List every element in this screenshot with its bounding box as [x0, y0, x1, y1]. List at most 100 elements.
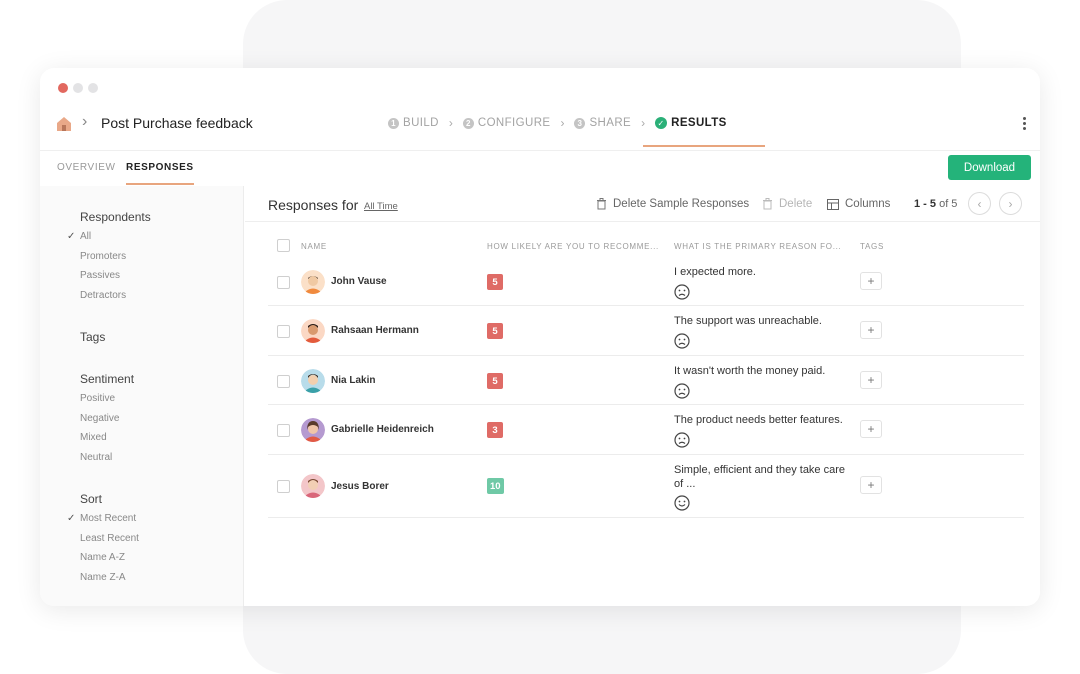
- download-button[interactable]: Download: [948, 155, 1031, 180]
- trash-icon: [597, 198, 606, 210]
- add-tag-button[interactable]: +: [860, 420, 882, 438]
- filter-item-promoters[interactable]: Promoters: [80, 251, 151, 271]
- row-checkbox[interactable]: [277, 480, 290, 493]
- sort-item-name-a-z[interactable]: Name A-Z: [80, 552, 139, 572]
- wizard-steps: 1 BUILD › 2 CONFIGURE › 3 SHARE › ✓ RESU…: [388, 104, 765, 149]
- row-checkbox[interactable]: [277, 276, 290, 289]
- avatar: [301, 270, 325, 294]
- filter-item-passives[interactable]: Passives: [80, 270, 151, 290]
- filter-item-negative[interactable]: Negative: [80, 413, 134, 433]
- add-tag-button[interactable]: +: [860, 321, 882, 339]
- next-page-button[interactable]: ›: [999, 192, 1022, 215]
- filter-item-mixed[interactable]: Mixed: [80, 432, 134, 452]
- avatar: [301, 474, 325, 498]
- response-reason: The product needs better features.: [674, 414, 843, 426]
- time-range-link[interactable]: All Time: [364, 201, 398, 212]
- filter-group-respondents: Respondents All Promoters Passives Detra…: [67, 210, 151, 310]
- filter-item-detractors[interactable]: Detractors: [80, 290, 151, 310]
- chevron-right-icon: ›: [641, 116, 646, 130]
- happy-face-icon: [674, 495, 690, 511]
- row-checkbox[interactable]: [277, 375, 290, 388]
- button-label: Columns: [845, 198, 891, 210]
- respondent-name: Jesus Borer: [331, 481, 389, 492]
- column-header-name[interactable]: NAME: [301, 242, 327, 251]
- score-badge: 5: [487, 323, 503, 339]
- filter-heading: Respondents: [80, 210, 151, 224]
- response-reason: I expected more.: [674, 266, 756, 278]
- row-checkbox[interactable]: [277, 424, 290, 437]
- sub-navigation: OVERVIEW RESPONSES Download: [40, 150, 1040, 186]
- row-checkbox[interactable]: [277, 325, 290, 338]
- select-all-checkbox[interactable]: [277, 239, 290, 252]
- respondent-name: John Vause: [331, 276, 387, 287]
- sort-item-least-recent[interactable]: Least Recent: [80, 533, 139, 553]
- filter-item-positive[interactable]: Positive: [80, 393, 134, 413]
- add-tag-button[interactable]: +: [860, 476, 882, 494]
- avatar: [301, 369, 325, 393]
- filter-heading: Sort: [80, 492, 103, 506]
- previous-page-button[interactable]: ‹: [968, 192, 991, 215]
- column-header-tags[interactable]: TAGS: [860, 242, 884, 251]
- response-reason: It wasn't worth the money paid.: [674, 365, 826, 377]
- table-row[interactable]: Gabrielle Heidenreich 3 The product need…: [268, 405, 1024, 455]
- filter-group-sentiment: Sentiment Positive Negative Mixed Neutra…: [80, 372, 134, 471]
- step-label: CONFIGURE: [477, 117, 551, 129]
- filter-item-all[interactable]: All: [67, 231, 151, 251]
- score-badge: 3: [487, 422, 503, 438]
- table-header: NAME HOW LIKELY ARE YOU TO RECOMME... WH…: [268, 237, 1024, 257]
- more-options-icon[interactable]: [1019, 117, 1029, 135]
- table-row[interactable]: John Vause 5 I expected more. +: [268, 257, 1024, 306]
- column-header-reason[interactable]: WHAT IS THE PRIMARY REASON FO...: [674, 242, 841, 251]
- score-badge: 5: [487, 373, 503, 389]
- score-badge: 5: [487, 274, 503, 290]
- step-build[interactable]: 1 BUILD: [388, 104, 439, 142]
- home-icon[interactable]: [55, 115, 73, 133]
- tab-responses[interactable]: RESPONSES: [126, 162, 194, 185]
- column-header-likelihood[interactable]: HOW LIKELY ARE YOU TO RECOMME...: [487, 242, 659, 251]
- sad-face-icon: [674, 284, 690, 300]
- pagination-total: of 5: [939, 198, 958, 210]
- response-reason: Simple, efficient and they take care of …: [674, 464, 846, 490]
- step-share[interactable]: 3 SHARE: [574, 104, 631, 142]
- pagination-text: 1 - 5 of 5: [914, 198, 957, 210]
- chevron-left-icon: ‹: [977, 196, 982, 211]
- chevron-right-icon: ›: [448, 116, 453, 130]
- filter-heading: Tags: [80, 330, 106, 344]
- check-circle-icon: ✓: [655, 117, 668, 129]
- avatar: [301, 319, 325, 343]
- sort-item-most-recent[interactable]: Most Recent: [67, 513, 139, 533]
- delete-sample-responses-button[interactable]: Delete Sample Responses: [596, 198, 749, 210]
- page-title: Post Purchase feedback: [101, 115, 253, 131]
- columns-icon: [827, 198, 839, 210]
- pagination-range: 1 - 5: [914, 198, 937, 210]
- window-controls: [58, 83, 98, 93]
- avatar: [301, 418, 325, 442]
- step-number: 1: [388, 117, 399, 129]
- app-window: › Post Purchase feedback 1 BUILD › 2 CON…: [40, 68, 1040, 606]
- delete-button[interactable]: Delete: [762, 198, 812, 210]
- filter-item-neutral[interactable]: Neutral: [80, 452, 134, 472]
- tab-overview[interactable]: OVERVIEW: [57, 162, 116, 173]
- table-row[interactable]: Rahsaan Hermann 5 The support was unreac…: [268, 306, 1024, 356]
- step-configure[interactable]: 2 CONFIGURE: [462, 104, 551, 142]
- responses-table: NAME HOW LIKELY ARE YOU TO RECOMME... WH…: [268, 237, 1024, 518]
- chevron-right-icon: ›: [82, 113, 88, 130]
- sad-face-icon: [674, 432, 690, 448]
- step-results[interactable]: ✓ RESULTS: [643, 104, 765, 147]
- respondent-name: Gabrielle Heidenreich: [331, 424, 434, 435]
- columns-button[interactable]: Columns: [827, 198, 890, 210]
- step-label: SHARE: [589, 117, 632, 129]
- close-dot[interactable]: [58, 83, 68, 93]
- sort-item-name-z-a[interactable]: Name Z-A: [80, 572, 139, 592]
- table-row[interactable]: Jesus Borer 10 Simple, efficient and the…: [268, 455, 1024, 518]
- respondent-name: Nia Lakin: [331, 375, 376, 386]
- maximize-dot[interactable]: [88, 83, 98, 93]
- sad-face-icon: [674, 333, 690, 349]
- chevron-right-icon: ›: [560, 116, 565, 130]
- add-tag-button[interactable]: +: [860, 371, 882, 389]
- minimize-dot[interactable]: [73, 83, 83, 93]
- top-bar: › Post Purchase feedback 1 BUILD › 2 CON…: [40, 104, 1040, 149]
- add-tag-button[interactable]: +: [860, 272, 882, 290]
- table-row[interactable]: Nia Lakin 5 It wasn't worth the money pa…: [268, 356, 1024, 405]
- responses-title: Responses for: [268, 197, 359, 213]
